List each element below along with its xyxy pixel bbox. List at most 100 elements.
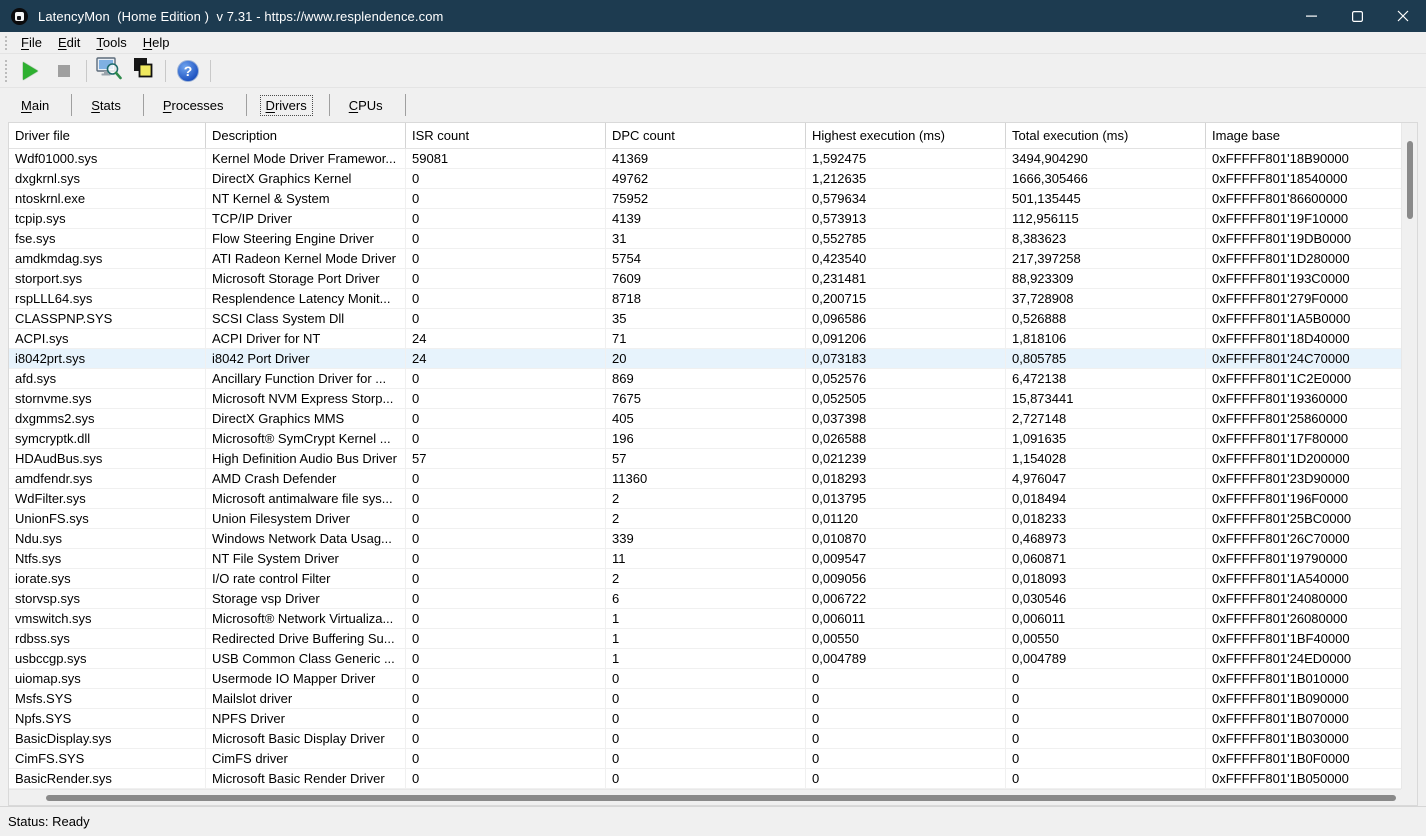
vertical-scrollbar[interactable] [1401, 123, 1417, 789]
cell-image-base: 0xFFFFF801'23D90000 [1212, 471, 1350, 486]
cell-total-execution-ms: 217,397258 [1006, 249, 1206, 268]
copy-report-button[interactable] [128, 57, 158, 85]
table-row-hdaudbus-sys[interactable]: HDAudBus.sys High Definition Audio Bus Dr… [9, 449, 1401, 469]
cell-isr-count: 0 [406, 629, 606, 648]
menu-item-file[interactable]: File [13, 33, 50, 52]
table-row-basicdisplay-sys[interactable]: BasicDisplay.sys Microsoft Basic Display … [9, 729, 1401, 749]
cell-dpc-count: 0 [606, 669, 806, 688]
cell-dpc-count: 339 [606, 529, 806, 548]
table-row-storport-sys[interactable]: storport.sys Microsoft Storage Port Drive… [9, 269, 1401, 289]
table-row-amdfendr-sys[interactable]: amdfendr.sys AMD Crash Defender 0 11360 0,01… [9, 469, 1401, 489]
menubar-items: File Edit Tools Help [13, 33, 177, 52]
cell-image-base: 0xFFFFF801'1D200000 [1212, 451, 1350, 466]
cell-dpc-count: 0 [606, 729, 806, 748]
close-button[interactable] [1380, 0, 1426, 32]
tab-stats[interactable]: Stats [72, 91, 144, 119]
latency-test-button[interactable] [94, 57, 124, 85]
menu-item-tools[interactable]: Tools [88, 33, 134, 52]
cell-highest-execution-ms: 0 [806, 769, 1006, 788]
cell-dpc-count: 2 [606, 489, 806, 508]
column-header-highest-execution-ms[interactable]: Highest execution (ms) [806, 123, 1006, 148]
cell-highest-execution-ms: 0,552785 [806, 229, 1006, 248]
cell-image-base: 0xFFFFF801'26C70000 [1212, 531, 1350, 546]
table-row-uiomap-sys[interactable]: uiomap.sys Usermode IO Mapper Driver 0 0 0 0 0… [9, 669, 1401, 689]
table-row-basicrender-sys[interactable]: BasicRender.sys Microsoft Basic Render Dr… [9, 769, 1401, 789]
maximize-button[interactable] [1334, 0, 1380, 32]
vertical-scrollbar-thumb[interactable] [1407, 141, 1413, 219]
cell-isr-count: 24 [406, 329, 606, 348]
table-row-storvsp-sys[interactable]: storvsp.sys Storage vsp Driver 0 6 0,006722 0… [9, 589, 1401, 609]
tab-drivers[interactable]: Drivers [247, 91, 330, 119]
scrollbar-corner [1401, 789, 1417, 805]
overlapping-squares-icon [131, 56, 155, 85]
table-row-vmswitch-sys[interactable]: vmswitch.sys Microsoft® Network Virtualiz… [9, 609, 1401, 629]
table-row-afd-sys[interactable]: afd.sys Ancillary Function Driver for ...… [9, 369, 1401, 389]
table-row-npfs-sys[interactable]: Npfs.SYS NPFS Driver 0 0 0 0 0xFFFFF801'1B0700… [9, 709, 1401, 729]
cell-description: Microsoft® Network Virtualiza... [206, 609, 406, 628]
table-row-msfs-sys[interactable]: Msfs.SYS Mailslot driver 0 0 0 0 0xFFFFF801'1B… [9, 689, 1401, 709]
tab-cpus[interactable]: CPUs [330, 91, 406, 119]
table-row-classpnp-sys[interactable]: CLASSPNP.SYS SCSI Class System Dll 0 35 0,09… [9, 309, 1401, 329]
table-row-rdbss-sys[interactable]: rdbss.sys Redirected Drive Buffering Su..… [9, 629, 1401, 649]
cell-highest-execution-ms: 0,00550 [806, 629, 1006, 648]
tab-main[interactable]: Main [2, 91, 73, 119]
table-row-amdkmdag-sys[interactable]: amdkmdag.sys ATI Radeon Kernel Mode Drive… [9, 249, 1401, 269]
minimize-button[interactable] [1288, 0, 1334, 32]
cell-dpc-count: 5754 [606, 249, 806, 268]
cell-image-base: 0xFFFFF801'196F0000 [1212, 491, 1349, 506]
cell-description: Kernel Mode Driver Framewor... [206, 149, 406, 168]
cell-description: I/O rate control Filter [206, 569, 406, 588]
cell-isr-count: 0 [406, 749, 606, 768]
table-row-acpi-sys[interactable]: ACPI.sys ACPI Driver for NT 24 71 0,091206 1,… [9, 329, 1401, 349]
horizontal-scrollbar[interactable] [9, 789, 1401, 805]
table-row-stornvme-sys[interactable]: stornvme.sys Microsoft NVM Express Storp.… [9, 389, 1401, 409]
horizontal-scrollbar-thumb[interactable] [46, 795, 1396, 801]
cell-driver-file: vmswitch.sys [9, 609, 206, 628]
table-row-wdf01000-sys[interactable]: Wdf01000.sys Kernel Mode Driver Framewor.… [9, 149, 1401, 169]
table-row-symcryptk-dll[interactable]: symcryptk.dll Microsoft® SymCrypt Kernel … [9, 429, 1401, 449]
tab-processes[interactable]: Processes [144, 91, 247, 119]
menu-item-edit[interactable]: Edit [50, 33, 88, 52]
table-row-ntoskrnl-exe[interactable]: ntoskrnl.exe NT Kernel & System 0 75952 0,57… [9, 189, 1401, 209]
table-row-tcpip-sys[interactable]: tcpip.sys TCP/IP Driver 0 4139 0,573913 112,9… [9, 209, 1401, 229]
column-header-dpc-count[interactable]: DPC count [606, 123, 806, 148]
table-row-iorate-sys[interactable]: iorate.sys I/O rate control Filter 0 2 0,009… [9, 569, 1401, 589]
cell-image-base: 0xFFFFF801'86600000 [1212, 191, 1348, 206]
column-header-driver-file[interactable]: Driver file [9, 123, 206, 148]
table-row-dxgkrnl-sys[interactable]: dxgkrnl.sys DirectX Graphics Kernel 0 49762… [9, 169, 1401, 189]
cell-total-execution-ms: 3494,904290 [1006, 149, 1206, 168]
cell-driver-file: CLASSPNP.SYS [9, 309, 206, 328]
cell-description: Storage vsp Driver [206, 589, 406, 608]
menu-item-help[interactable]: Help [135, 33, 178, 52]
cell-isr-count: 0 [406, 169, 606, 188]
table-row-ntfs-sys[interactable]: Ntfs.sys NT File System Driver 0 11 0,009547… [9, 549, 1401, 569]
cell-description: Microsoft Basic Display Driver [206, 729, 406, 748]
cell-description: i8042 Port Driver [206, 349, 406, 368]
cell-description: Flow Steering Engine Driver [206, 229, 406, 248]
column-header-isr-count[interactable]: ISR count [406, 123, 606, 148]
table-row-cimfs-sys[interactable]: CimFS.SYS CimFS driver 0 0 0 0 0xFFFFF801'1B0F… [9, 749, 1401, 769]
column-header-total-execution-ms[interactable]: Total execution (ms) [1006, 123, 1206, 148]
stop-monitoring-button[interactable] [49, 57, 79, 85]
table-row-unionfs-sys[interactable]: UnionFS.sys Union Filesystem Driver 0 2 0,01… [9, 509, 1401, 529]
table-row-usbccgp-sys[interactable]: usbccgp.sys USB Common Class Generic ... 0… [9, 649, 1401, 669]
table-row-i8042prt-sys[interactable]: i8042prt.sys i8042 Port Driver 24 20 0,07318… [9, 349, 1401, 369]
cell-dpc-count: 11360 [606, 469, 806, 488]
column-header-image-base[interactable]: Image base [1206, 123, 1398, 148]
minimize-icon [1305, 15, 1317, 17]
cell-image-base: 0xFFFFF801'1B030000 [1212, 731, 1349, 746]
cell-isr-count: 0 [406, 769, 606, 788]
cell-isr-count: 0 [406, 569, 606, 588]
column-header-description[interactable]: Description [206, 123, 406, 148]
table-row-wdfilter-sys[interactable]: WdFilter.sys Microsoft antimalware file s… [9, 489, 1401, 509]
tab-label: CPUs [348, 97, 383, 113]
start-monitoring-button[interactable] [15, 57, 45, 85]
table-row-ndu-sys[interactable]: Ndu.sys Windows Network Data Usag... 0 339 0… [9, 529, 1401, 549]
table-row-dxgmms2-sys[interactable]: dxgmms2.sys DirectX Graphics MMS 0 405 0,037… [9, 409, 1401, 429]
cell-highest-execution-ms: 0 [806, 709, 1006, 728]
table-row-rsplll64-sys[interactable]: rspLLL64.sys Resplendence Latency Monit..… [9, 289, 1401, 309]
table-row-fse-sys[interactable]: fse.sys Flow Steering Engine Driver 0 31 0,5… [9, 229, 1401, 249]
cell-image-base: 0xFFFFF801'25BC0000 [1212, 511, 1352, 526]
cell-highest-execution-ms: 0,091206 [806, 329, 1006, 348]
help-button[interactable]: ? [173, 57, 203, 85]
